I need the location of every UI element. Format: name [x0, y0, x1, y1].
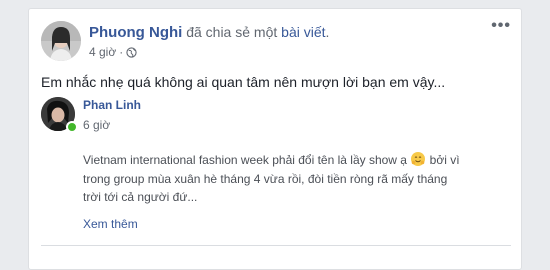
post-meta: 4 giờ · — [89, 45, 137, 59]
shared-post-link[interactable]: bài viết — [281, 24, 325, 40]
see-more-link[interactable]: Xem thêm — [83, 217, 138, 231]
meta-separator: · — [119, 45, 124, 59]
globe-icon[interactable] — [126, 46, 137, 58]
post-text: Em nhắc nhẹ quá không ai quan tâm nên mư… — [41, 74, 446, 90]
online-status-indicator — [66, 121, 78, 133]
card-divider — [41, 245, 511, 246]
shared-post-time[interactable]: 6 giờ — [83, 118, 110, 132]
shared-post-body: Vietnam international fashion week phải … — [83, 151, 468, 207]
share-action-text: đã chia sẻ một — [186, 24, 278, 40]
author-avatar[interactable] — [41, 21, 81, 61]
author-name[interactable]: Phuong Nghi — [89, 24, 182, 41]
post-header: Phuong Nghi đã chia sẻ một bài viết. — [89, 23, 329, 42]
shared-author-name[interactable]: Phan Linh — [83, 98, 141, 112]
more-options-icon[interactable]: ••• — [491, 18, 511, 34]
author-avatar-image — [41, 21, 81, 61]
hugging-face-emoji-icon — [411, 152, 426, 166]
shared-body-part1: Vietnam international fashion week phải … — [83, 153, 407, 167]
post-card: Phuong Nghi đã chia sẻ một bài viết. 4 g… — [28, 8, 522, 270]
post-time[interactable]: 4 giờ — [89, 45, 116, 59]
share-action-end: . — [325, 24, 330, 40]
